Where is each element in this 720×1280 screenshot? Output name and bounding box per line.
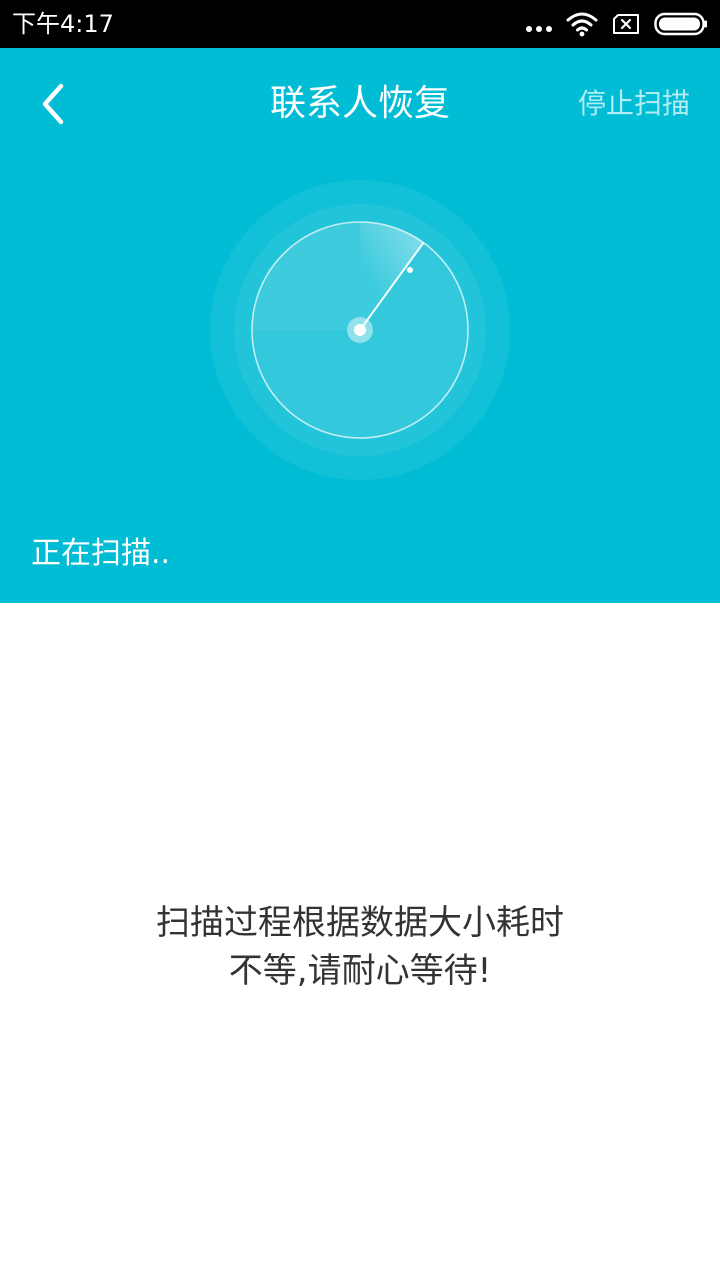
waiting-message: 扫描过程根据数据大小耗时 不等,请耐心等待! [0,899,720,995]
radar-scan-graphic [210,180,510,480]
status-bar: 下午4:17 [0,0,720,48]
content-area: 扫描过程根据数据大小耗时 不等,请耐心等待! [0,603,720,1280]
scan-status-text: 正在扫描.. [31,536,171,571]
battery-icon [654,12,707,36]
status-icons [526,9,708,39]
stop-scan-button[interactable]: 停止扫描 [578,84,690,124]
waiting-message-line1: 扫描过程根据数据大小耗时 [156,903,564,943]
status-time: 下午4:17 [12,10,114,38]
scan-header: 联系人恢复 停止扫描 正在扫描.. [0,48,720,603]
wifi-icon [566,12,598,37]
more-dots-icon [526,26,552,32]
sim-card-icon [613,14,639,34]
waiting-message-line2: 不等,请耐心等待! [228,951,492,991]
